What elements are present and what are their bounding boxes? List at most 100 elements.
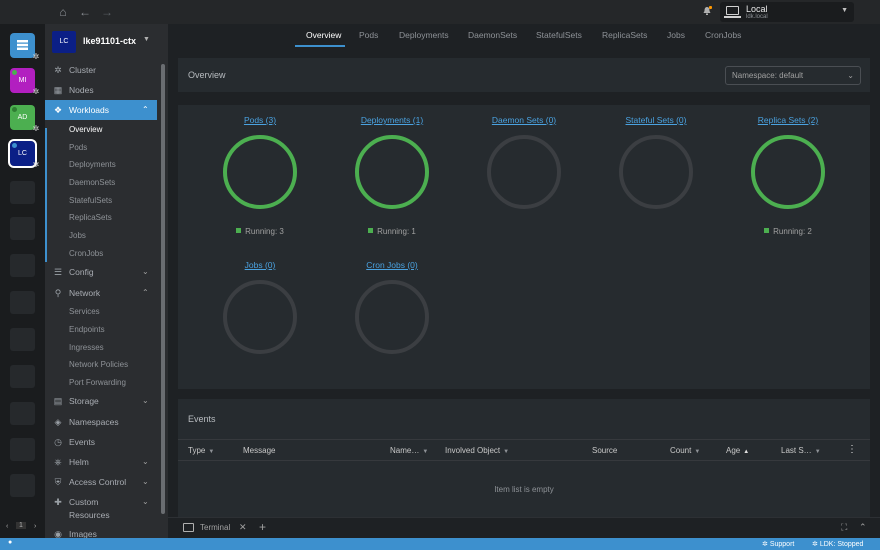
- sidebar-item-helm[interactable]: ⎈ Helm ⌄: [45, 452, 157, 472]
- chart-title-link[interactable]: Stateful Sets (0): [591, 115, 721, 125]
- home-icon[interactable]: ⌂: [55, 4, 71, 20]
- chart-title-link[interactable]: Jobs (0): [195, 260, 325, 270]
- sidebar-item-config[interactable]: ☰ Config ⌄: [45, 262, 157, 282]
- back-arrow-icon[interactable]: ←: [77, 4, 93, 20]
- close-icon[interactable]: ✕: [239, 522, 247, 533]
- sidebar-sub-replicasets[interactable]: ReplicaSets: [69, 209, 157, 226]
- sort-icon: ▼: [814, 449, 821, 455]
- hotbar-empty-slot[interactable]: [10, 217, 35, 240]
- column-age[interactable]: Age ▲: [726, 446, 749, 455]
- hotbar-item-lc[interactable]: LC ✲: [8, 139, 39, 169]
- tab-overview[interactable]: Overview: [306, 30, 341, 40]
- hotbar-item-catalog[interactable]: ✲: [10, 33, 39, 61]
- sidebar-item-storage[interactable]: ▤ Storage ⌄: [45, 391, 157, 411]
- column-last-seen[interactable]: Last S… ▼: [781, 446, 821, 455]
- sidebar-item-label-line2: Resources: [69, 510, 110, 520]
- user-icon[interactable]: ●: [8, 539, 12, 546]
- column-label: Name…: [390, 446, 420, 455]
- column-message[interactable]: Message: [243, 446, 275, 455]
- support-label: Support: [769, 541, 795, 548]
- workload-tabs: Overview Pods Deployments DaemonSets Sta…: [168, 24, 880, 48]
- chart-title-link[interactable]: Deployments (1): [327, 115, 457, 125]
- hotbar-page-number: 1: [16, 522, 26, 529]
- sidebar-item-access-control[interactable]: ⛨ Access Control ⌄: [45, 472, 157, 492]
- sidebar-sub-deployments[interactable]: Deployments: [69, 156, 157, 173]
- donut-chart: [619, 135, 693, 209]
- chart-title-link[interactable]: Replica Sets (2): [723, 115, 853, 125]
- hotbar-empty-slot[interactable]: [10, 254, 35, 277]
- fullscreen-icon[interactable]: ⛶: [841, 522, 847, 533]
- chart-title-link[interactable]: Cron Jobs (0): [327, 260, 457, 270]
- sidebar-item-label: Events: [69, 437, 95, 447]
- sidebar-sub-daemonsets[interactable]: DaemonSets: [69, 174, 157, 191]
- sidebar-sub-jobs[interactable]: Jobs: [69, 227, 157, 244]
- legend-swatch: [368, 228, 374, 233]
- chart-pods: Pods (3) Running: 3: [195, 105, 325, 245]
- tab-cronjobs[interactable]: CronJobs: [705, 30, 741, 40]
- sidebar-item-custom-resources[interactable]: ✚ Custom Resources ⌄: [45, 492, 157, 520]
- tab-replicasets[interactable]: ReplicaSets: [602, 30, 647, 40]
- sidebar-sub-pods[interactable]: Pods: [69, 139, 157, 156]
- helm-icon: ⎈: [54, 457, 62, 467]
- tab-daemonsets[interactable]: DaemonSets: [468, 30, 517, 40]
- sidebar-item-nodes[interactable]: ▦ Nodes: [45, 80, 157, 100]
- sidebar-scrollbar[interactable]: [161, 64, 165, 514]
- sidebar-sub-services[interactable]: Services: [69, 303, 157, 320]
- sidebar-item-events[interactable]: ◷ Events: [45, 432, 157, 452]
- status-dot: [12, 70, 17, 75]
- tab-deployments[interactable]: Deployments: [399, 30, 449, 40]
- sidebar-item-network[interactable]: ⚲ Network ⌃: [45, 283, 157, 303]
- context-picker[interactable]: Local ldk.local ▼: [720, 2, 854, 22]
- ldk-status[interactable]: ✲ LDK: Stopped: [812, 540, 863, 548]
- support-icon: ✲: [762, 541, 768, 548]
- sidebar-item-workloads[interactable]: ❖ Workloads ⌃: [45, 100, 157, 120]
- column-count[interactable]: Count ▼: [670, 446, 700, 455]
- support-link[interactable]: ✲ Support: [762, 540, 794, 548]
- list-icon: [17, 40, 28, 50]
- add-tab-icon[interactable]: +: [259, 520, 266, 534]
- chevron-right-icon[interactable]: ›: [34, 523, 36, 530]
- sidebar-item-label: Images: [69, 529, 97, 538]
- column-type[interactable]: Type ▼: [188, 446, 214, 455]
- sidebar-item-cluster[interactable]: ✲ Cluster: [45, 60, 157, 80]
- hotbar-empty-slot[interactable]: [10, 291, 35, 314]
- chevron-up-icon[interactable]: ⌃: [859, 522, 867, 533]
- tab-statefulsets[interactable]: StatefulSets: [536, 30, 582, 40]
- tab-jobs[interactable]: Jobs: [667, 30, 685, 40]
- tab-pods[interactable]: Pods: [359, 30, 378, 40]
- sidebar-sub-cronjobs[interactable]: CronJobs: [69, 245, 157, 262]
- hotbar-empty-slot[interactable]: [10, 474, 35, 497]
- chevron-left-icon[interactable]: ‹: [6, 523, 8, 530]
- hotbar-item-ad[interactable]: AD ✲: [10, 105, 39, 133]
- chart-title-link[interactable]: Daemon Sets (0): [459, 115, 589, 125]
- hotbar-item-mi[interactable]: MI ✲: [10, 68, 39, 96]
- sidebar-sub-network-policies[interactable]: Network Policies: [69, 356, 157, 373]
- namespaces-icon: ◈: [54, 417, 62, 427]
- ldk-status-label: LDK: Stopped: [819, 541, 864, 548]
- cluster-header[interactable]: LC lke91101-ctx ▼: [45, 24, 168, 60]
- chart-title-link[interactable]: Pods (3): [195, 115, 325, 125]
- sidebar-sub-endpoints[interactable]: Endpoints: [69, 321, 157, 338]
- column-source[interactable]: Source: [592, 446, 617, 455]
- network-icon: ⚲: [54, 288, 62, 298]
- namespace-select[interactable]: Namespace: default ⌄: [725, 66, 861, 85]
- column-namespace[interactable]: Name… ▼: [390, 446, 428, 455]
- sidebar-sub-ingresses[interactable]: Ingresses: [69, 339, 157, 356]
- sidebar-item-namespaces[interactable]: ◈ Namespaces: [45, 412, 157, 432]
- bell-icon[interactable]: [702, 6, 712, 16]
- sidebar-sub-overview[interactable]: Overview: [69, 121, 157, 138]
- sidebar-item-images[interactable]: ◉ Images: [45, 524, 157, 538]
- sidebar-sub-port-forwarding[interactable]: Port Forwarding: [69, 374, 157, 391]
- column-menu-icon[interactable]: ⋮: [847, 444, 857, 455]
- sidebar-sub-statefulsets[interactable]: StatefulSets: [69, 192, 157, 209]
- hotbar-empty-slot[interactable]: [10, 438, 35, 461]
- hotbar-empty-slot[interactable]: [10, 181, 35, 204]
- forward-arrow-icon[interactable]: →: [99, 4, 115, 20]
- hotbar-empty-slot[interactable]: [10, 328, 35, 351]
- chevron-down-icon: ⌄: [142, 457, 149, 466]
- legend-swatch: [764, 228, 770, 233]
- hotbar-empty-slot[interactable]: [10, 402, 35, 425]
- hotbar-empty-slot[interactable]: [10, 365, 35, 388]
- terminal-tab[interactable]: Terminal: [200, 523, 230, 532]
- column-involved-object[interactable]: Involved Object ▼: [445, 446, 509, 455]
